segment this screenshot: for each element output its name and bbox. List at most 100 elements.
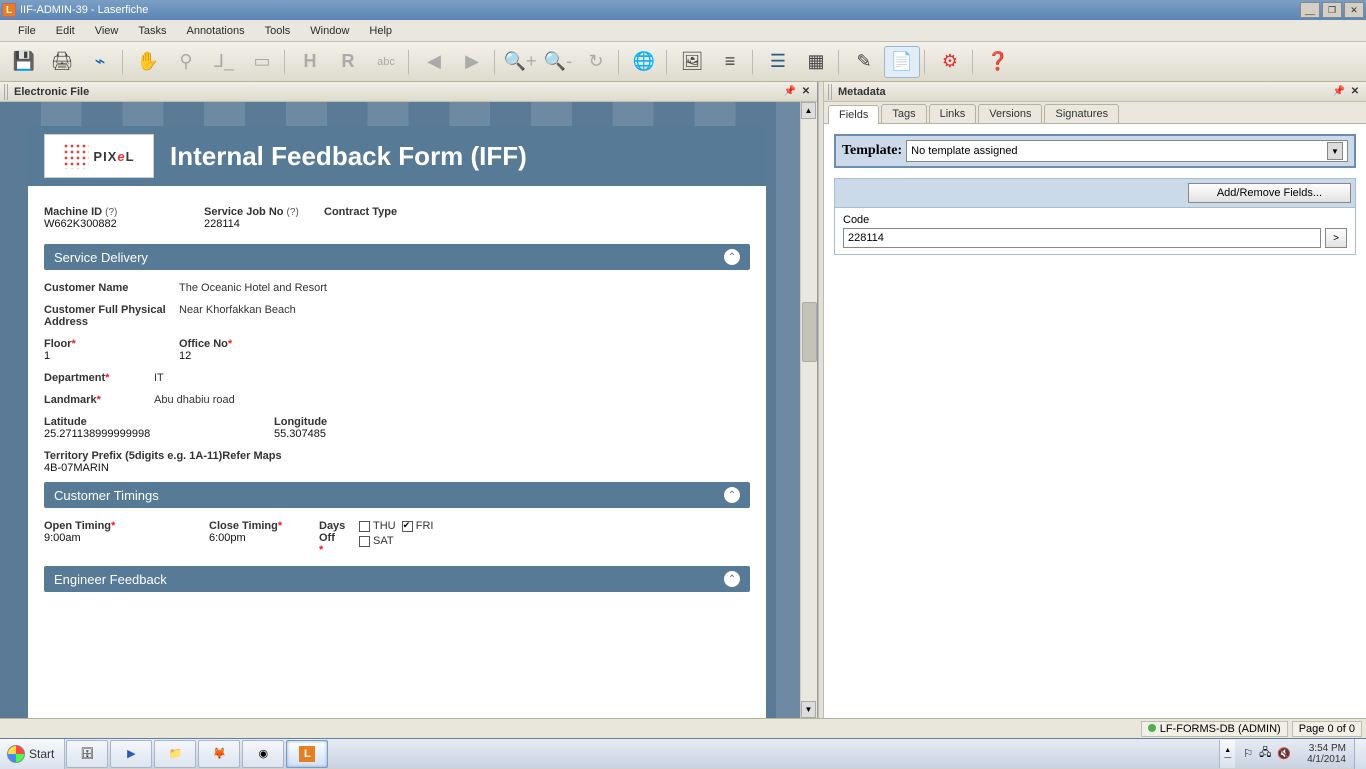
template-select[interactable]: No template assigned ▼ (906, 140, 1348, 162)
status-server-text: LF-FORMS-DB (ADMIN) (1160, 723, 1281, 735)
grip-icon[interactable] (828, 84, 834, 100)
code-input[interactable] (843, 228, 1321, 248)
menu-annotations[interactable]: Annotations (176, 22, 254, 40)
close-timing-value: 6:00pm (209, 532, 319, 544)
go-button[interactable]: > (1325, 228, 1347, 248)
start-button[interactable]: Start (0, 739, 65, 769)
scroll-thumb[interactable] (802, 302, 817, 362)
panel-close-icon[interactable]: ✕ (1348, 85, 1362, 99)
print-icon[interactable]: 🖨 (44, 46, 80, 78)
text-view-icon[interactable]: ≡ (712, 46, 748, 78)
menu-file[interactable]: File (8, 22, 46, 40)
taskbar: Start 🗄 ▶ 📁 🦊 ◉ L ▲— ⚐ 🖧 🔇 3:54 PM 4/1/2… (0, 738, 1366, 768)
collapse-icon[interactable]: ⌃ (724, 249, 740, 265)
highlight-icon[interactable]: H (292, 46, 328, 78)
close-button[interactable]: ✕ (1344, 2, 1364, 18)
prev-icon[interactable]: ◀ (416, 46, 452, 78)
thumbnails-icon[interactable]: ▦ (798, 46, 834, 78)
menu-view[interactable]: View (85, 22, 129, 40)
settings-icon[interactable]: ⚙ (932, 46, 968, 78)
menu-tasks[interactable]: Tasks (128, 22, 176, 40)
show-desktop-button[interactable] (1354, 739, 1366, 769)
list-icon[interactable]: ☰ (760, 46, 796, 78)
pan-icon[interactable]: ✋ (130, 46, 166, 78)
tab-signatures[interactable]: Signatures (1044, 104, 1119, 123)
sat-checkbox[interactable] (359, 536, 370, 547)
thu-checkbox[interactable] (359, 521, 370, 532)
tab-fields[interactable]: Fields (828, 105, 879, 124)
volume-icon[interactable]: 🔇 (1277, 747, 1291, 760)
section-customer-timings[interactable]: Customer Timings ⌃ (44, 482, 750, 508)
open-timing-value: 9:00am (44, 532, 209, 544)
maximize-button[interactable]: ❐ (1322, 2, 1342, 18)
tab-tags[interactable]: Tags (881, 104, 926, 123)
minimize-button[interactable]: __ (1300, 2, 1320, 18)
fri-checkbox[interactable] (402, 521, 413, 532)
document-body: Machine ID (?) W662K300882 Service Job N… (28, 186, 766, 592)
network-icon[interactable]: 🖧 (1259, 744, 1271, 763)
zoom-in-icon[interactable]: 🔍+ (502, 46, 538, 78)
add-remove-fields-button[interactable]: Add/Remove Fields... (1188, 183, 1351, 203)
grip-icon[interactable] (4, 84, 10, 100)
task-firefox[interactable]: 🦊 (198, 740, 240, 768)
section-engineer-feedback[interactable]: Engineer Feedback ⌃ (44, 566, 750, 592)
document-viewport[interactable]: PIXeL Internal Feedback Form (IFF) Machi… (0, 102, 817, 718)
next-icon[interactable]: ▶ (454, 46, 490, 78)
panel-close-icon[interactable]: ✕ (799, 85, 813, 99)
machine-id-hint: (?) (105, 207, 117, 218)
scroll-down-icon[interactable]: ▼ (801, 701, 816, 718)
zoom-out-icon[interactable]: 🔍- (540, 46, 576, 78)
scroll-up-icon[interactable]: ▲ (801, 102, 816, 119)
rotate-icon[interactable]: ↻ (578, 46, 614, 78)
separator (408, 49, 412, 75)
menu-window[interactable]: Window (300, 22, 359, 40)
menu-help[interactable]: Help (359, 22, 402, 40)
menu-tools[interactable]: Tools (255, 22, 301, 40)
service-job-value: 228114 (204, 218, 324, 230)
document-header: PIXeL Internal Feedback Form (IFF) (28, 126, 766, 186)
select-icon[interactable]: ▭ (244, 46, 280, 78)
flag-icon[interactable]: ⚐ (1243, 747, 1253, 760)
clock[interactable]: 3:54 PM 4/1/2014 (1299, 743, 1354, 765)
pin-icon[interactable]: 📌 (783, 85, 797, 99)
floor-label: Floor (44, 338, 72, 350)
longitude-value: 55.307485 (274, 428, 327, 440)
tray-expand-icon[interactable]: ▲— (1219, 740, 1235, 768)
main-area: Electronic File 📌 ✕ PIXeL Internal Feedb… (0, 82, 1366, 718)
save-icon[interactable]: 💾 (6, 46, 42, 78)
help-icon[interactable]: ❓ (980, 46, 1016, 78)
template-value: No template assigned (911, 145, 1017, 157)
pixel-logo: PIXeL (44, 134, 154, 178)
task-chrome[interactable]: ◉ (242, 740, 284, 768)
start-label: Start (29, 747, 54, 761)
scan-icon[interactable]: ⌁ (82, 46, 118, 78)
section-service-delivery[interactable]: Service Delivery ⌃ (44, 244, 750, 270)
customer-address-value: Near Khorfakkan Beach (179, 304, 296, 328)
vertical-scrollbar[interactable]: ▲ ▼ (800, 102, 817, 718)
task-explorer[interactable]: 📁 (154, 740, 196, 768)
redact-icon[interactable]: R (330, 46, 366, 78)
electronic-file-title: Electronic File (14, 86, 89, 98)
separator (972, 49, 976, 75)
collapse-icon[interactable]: ⌃ (724, 487, 740, 503)
stamp-icon[interactable]: ⅃_ (206, 46, 242, 78)
metadata-panel: Metadata 📌 ✕ Fields Tags Links Versions … (824, 82, 1366, 718)
tab-links[interactable]: Links (929, 104, 977, 123)
pin-icon[interactable]: 📌 (1332, 85, 1346, 99)
collapse-icon[interactable]: ⌃ (724, 571, 740, 587)
menu-edit[interactable]: Edit (46, 22, 85, 40)
task-server-manager[interactable]: 🗄 (66, 740, 108, 768)
document-icon[interactable]: 📄 (884, 46, 920, 78)
text-icon[interactable]: abc (368, 46, 404, 78)
task-powershell[interactable]: ▶ (110, 740, 152, 768)
task-laserfiche[interactable]: L (286, 740, 328, 768)
world-icon[interactable]: 🌐 (626, 46, 662, 78)
chevron-down-icon[interactable]: ▼ (1327, 142, 1343, 160)
zoom-region-icon[interactable]: ⚲ (168, 46, 204, 78)
separator (924, 49, 928, 75)
logo-e: e (117, 149, 125, 164)
service-job-label: Service Job No (204, 206, 283, 218)
edit-icon[interactable]: ✎ (846, 46, 882, 78)
image-icon[interactable]: 🖼 (674, 46, 710, 78)
tab-versions[interactable]: Versions (978, 104, 1042, 123)
